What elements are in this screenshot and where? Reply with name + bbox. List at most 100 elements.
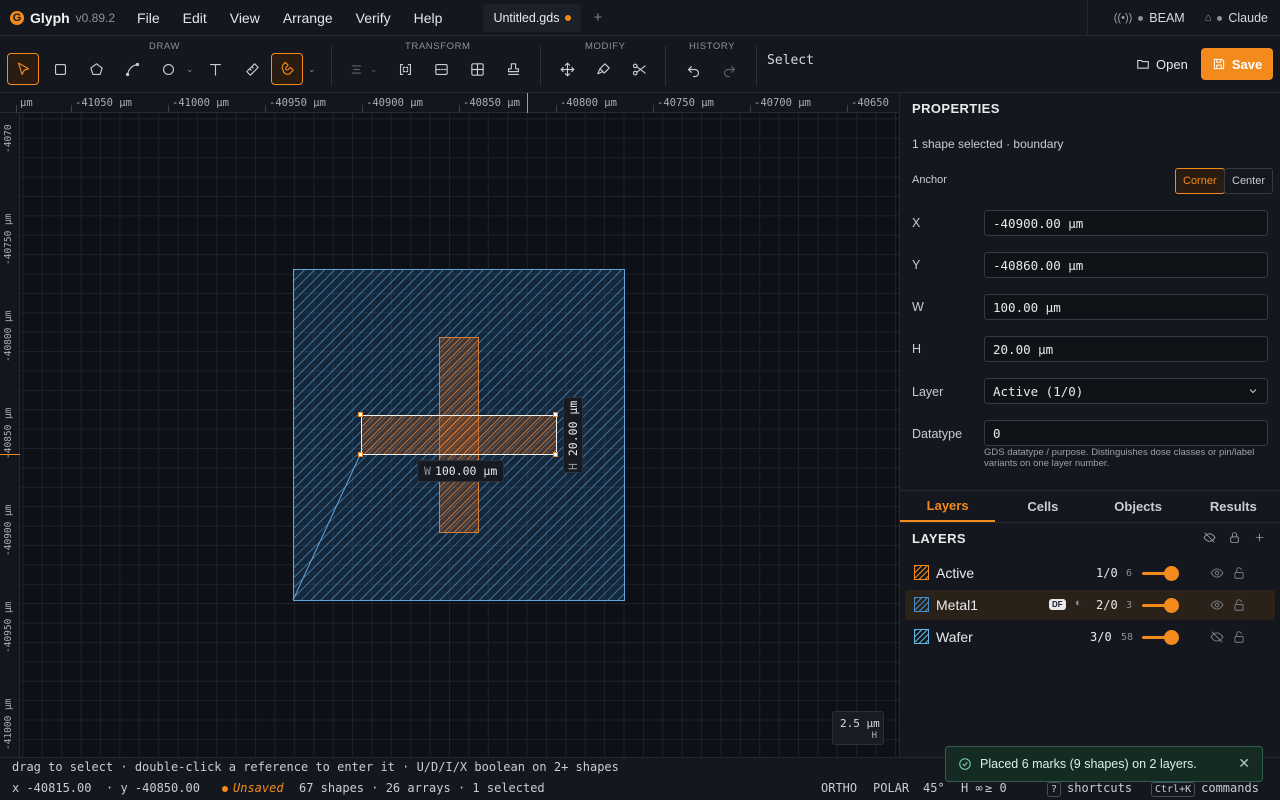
- vertical-ruler[interactable]: -4070 -40750 µm -40800 µm -40850 µm -409…: [0, 113, 20, 757]
- align-chevron-icon[interactable]: ⌄: [370, 64, 378, 75]
- layer-badge: DF: [1049, 599, 1066, 610]
- close-icon[interactable]: ✕: [1238, 755, 1250, 772]
- menu-verify[interactable]: Verify: [356, 10, 391, 26]
- align-button[interactable]: [340, 53, 372, 85]
- snap-magnet-button[interactable]: [271, 53, 303, 85]
- polar-toggle[interactable]: POLAR: [873, 781, 909, 795]
- text-tool-button[interactable]: [199, 53, 231, 85]
- snap-options-chevron-icon[interactable]: ⌄: [308, 64, 316, 75]
- add-layer-plus-icon[interactable]: [1253, 531, 1266, 544]
- connection-claude[interactable]: ⌂ Claude: [1205, 11, 1268, 25]
- lock-all-icon[interactable]: [1228, 531, 1241, 544]
- ge-zero[interactable]: ≥ 0: [985, 781, 1007, 795]
- layer-row-wafer[interactable]: Wafer 3/0 58: [905, 622, 1275, 652]
- curve-icon: [125, 62, 139, 76]
- layout-canvas[interactable]: µm -41050 µm -41000 µm -40950 µm -40900 …: [0, 93, 899, 757]
- resize-handle-tl[interactable]: [358, 412, 363, 417]
- document-summary: 67 shapes · 26 arrays · 1 selected: [299, 781, 545, 795]
- layer-lock-icon[interactable]: [1232, 630, 1246, 644]
- layer-count: 58: [1121, 631, 1134, 643]
- select-tool-button[interactable]: [7, 53, 39, 85]
- group-button[interactable]: [389, 53, 421, 85]
- tab-cells[interactable]: Cells: [995, 491, 1090, 522]
- distribute-button[interactable]: [425, 53, 457, 85]
- datatype-field[interactable]: 0: [984, 420, 1268, 446]
- width-dimension-key: W: [424, 464, 431, 478]
- polygon-tool-button[interactable]: [80, 53, 112, 85]
- anchor-center-button[interactable]: Center: [1224, 168, 1274, 194]
- open-button[interactable]: Open: [1126, 48, 1198, 80]
- app-logo: G Glyph v0.89.2: [10, 10, 115, 26]
- cut-button[interactable]: [623, 53, 655, 85]
- layer-row-metal1[interactable]: Metal1 DF ◐ 2/0 3: [905, 590, 1275, 620]
- h-infinity[interactable]: H ∞: [961, 781, 983, 795]
- rectangle-tool-button[interactable]: [44, 53, 76, 85]
- tab-objects[interactable]: Objects: [1091, 491, 1186, 522]
- menu-file[interactable]: File: [137, 10, 160, 26]
- layer-lock-icon[interactable]: [1232, 566, 1246, 580]
- title-bar: G Glyph v0.89.2 File Edit View Arrange V…: [0, 0, 1280, 36]
- text-icon: [209, 63, 221, 76]
- layers-title: LAYERS: [912, 531, 966, 546]
- save-button[interactable]: Save: [1201, 48, 1273, 80]
- resize-handle-tr[interactable]: [553, 412, 558, 417]
- menu-help[interactable]: Help: [414, 10, 443, 26]
- layer-label: Layer: [912, 385, 944, 399]
- opacity-slider-knob[interactable]: [1164, 566, 1179, 581]
- ruler-tool-button[interactable]: [236, 53, 268, 85]
- move-arrows-icon: [560, 62, 574, 76]
- undo-button[interactable]: [677, 53, 709, 85]
- connection-beam[interactable]: ((•)) BEAM: [1114, 11, 1185, 25]
- tab-results[interactable]: Results: [1186, 491, 1280, 522]
- horizontal-ruler[interactable]: µm -41050 µm -41000 µm -40950 µm -40900 …: [0, 93, 899, 113]
- circle-options-chevron-icon[interactable]: ⌄: [186, 64, 194, 75]
- panel-tabs: Layers Cells Objects Results: [900, 490, 1280, 523]
- selected-boundary-shape[interactable]: [361, 415, 557, 455]
- shortcuts-hint[interactable]: ? shortcuts: [1047, 781, 1132, 797]
- document-tab[interactable]: Untitled.gds: [483, 3, 582, 32]
- menu-view[interactable]: View: [230, 10, 260, 26]
- y-label: Y: [912, 258, 921, 272]
- layer-row-active[interactable]: Active 1/0 6: [905, 558, 1275, 588]
- group-label-draw: DRAW: [149, 41, 181, 52]
- connection-claude-label: Claude: [1228, 11, 1268, 25]
- layer-lock-icon[interactable]: [1232, 598, 1246, 612]
- paint-button[interactable]: [587, 53, 619, 85]
- layer-number: 2/0: [1096, 598, 1118, 612]
- path-tool-button[interactable]: [116, 53, 148, 85]
- resize-handle-bl[interactable]: [358, 452, 363, 457]
- layer-eye-icon[interactable]: [1210, 598, 1224, 612]
- menu-arrange[interactable]: Arrange: [283, 10, 333, 26]
- array-button[interactable]: [461, 53, 493, 85]
- angle-snap[interactable]: 45°: [923, 781, 945, 795]
- layer-select[interactable]: Active (1/0): [984, 378, 1268, 404]
- check-circle-icon: [959, 758, 971, 770]
- x-field[interactable]: -40900.00 µm: [984, 210, 1268, 236]
- commands-hint[interactable]: Ctrl+K commands: [1151, 781, 1259, 797]
- tab-layers[interactable]: Layers: [900, 491, 996, 522]
- move-button[interactable]: [551, 53, 583, 85]
- opacity-slider-knob[interactable]: [1164, 630, 1179, 645]
- redo-button[interactable]: [713, 53, 745, 85]
- y-field[interactable]: -40860.00 µm: [984, 252, 1268, 278]
- stamp-button[interactable]: [497, 53, 529, 85]
- hide-all-eye-off-icon[interactable]: [1203, 531, 1216, 544]
- menu-edit[interactable]: Edit: [183, 10, 207, 26]
- ruler-y-tick: -40750 µm: [3, 213, 14, 265]
- layer-count: 3: [1126, 599, 1133, 611]
- group-label-transform: TRANSFORM: [405, 41, 471, 52]
- layer-eye-icon[interactable]: [1210, 566, 1224, 580]
- h-field[interactable]: 20.00 µm: [984, 336, 1268, 362]
- resize-handle-br[interactable]: [553, 452, 558, 457]
- layer-dose-icon: ◐: [1075, 597, 1082, 609]
- ortho-toggle[interactable]: ORTHO: [821, 781, 857, 795]
- opacity-slider-knob[interactable]: [1164, 598, 1179, 613]
- anchor-corner-button[interactable]: Corner: [1175, 168, 1225, 194]
- w-field[interactable]: 100.00 µm: [984, 294, 1268, 320]
- circle-tool-button[interactable]: [152, 53, 184, 85]
- layer-swatch: [914, 629, 929, 644]
- layer-eye-off-icon[interactable]: [1210, 630, 1224, 644]
- h-label: H: [912, 342, 922, 356]
- new-tab-plus-icon[interactable]: +: [593, 9, 602, 26]
- diagonal-edge-shape: [292, 452, 362, 601]
